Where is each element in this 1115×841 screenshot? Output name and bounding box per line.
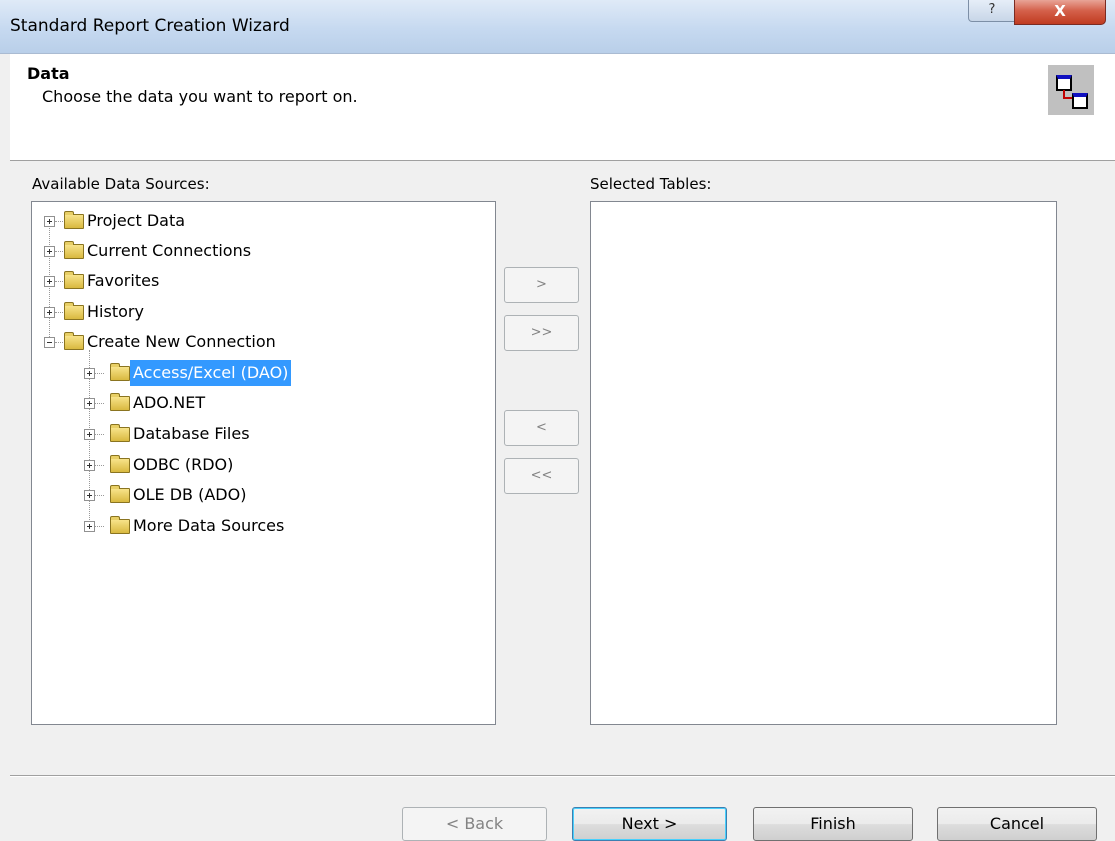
expand-icon[interactable] xyxy=(84,398,95,409)
selected-tables-list[interactable] xyxy=(590,201,1057,725)
add-table-button[interactable]: > xyxy=(504,267,579,303)
tree-item-label: Project Data xyxy=(87,211,186,230)
remove-table-button[interactable]: < xyxy=(504,410,579,446)
available-sources-label: Available Data Sources: xyxy=(32,175,210,193)
expand-icon[interactable] xyxy=(44,307,55,318)
page-title: Data xyxy=(27,64,70,83)
tree-item-database-files[interactable]: Database Files xyxy=(82,421,482,447)
tree-item-favorites[interactable]: Favorites xyxy=(42,268,482,294)
tree-item-label: More Data Sources xyxy=(133,516,285,535)
folder-icon xyxy=(64,241,84,259)
tree-item-label: Database Files xyxy=(133,424,250,443)
folder-icon xyxy=(110,393,130,411)
tree-item-create-new-connection[interactable]: Create New Connection xyxy=(42,329,482,355)
expand-icon[interactable] xyxy=(84,368,95,379)
add-all-tables-button[interactable]: >> xyxy=(504,315,579,351)
tree-item-label: Access/Excel (DAO) xyxy=(130,360,292,386)
folder-icon xyxy=(110,485,130,503)
expand-icon[interactable] xyxy=(84,460,95,471)
expand-icon[interactable] xyxy=(44,246,55,257)
tree-item-ado-net[interactable]: ADO.NET xyxy=(82,390,482,416)
tree-item-label: Current Connections xyxy=(87,241,252,260)
tree-item-label: OLE DB (ADO) xyxy=(133,485,247,504)
tree-item-label: History xyxy=(87,302,144,321)
tree-item-label: ADO.NET xyxy=(133,393,206,412)
expand-icon[interactable] xyxy=(84,490,95,501)
tree-item-project-data[interactable]: Project Data xyxy=(42,208,482,234)
table-link-icon xyxy=(1048,65,1094,115)
tree-item-more-data-sources[interactable]: More Data Sources xyxy=(82,513,482,539)
expand-icon[interactable] xyxy=(44,216,55,227)
tree-item-label: ODBC (RDO) xyxy=(133,455,234,474)
window-title: Standard Report Creation Wizard xyxy=(10,16,290,36)
folder-icon xyxy=(64,271,84,289)
title-bar: Standard Report Creation Wizard ? X xyxy=(0,0,1115,54)
remove-all-tables-button[interactable]: << xyxy=(504,458,579,494)
expand-icon[interactable] xyxy=(84,521,95,532)
close-button[interactable]: X xyxy=(1014,0,1106,25)
folder-icon xyxy=(64,302,84,320)
collapse-icon[interactable] xyxy=(44,337,55,348)
folder-icon xyxy=(110,516,130,534)
folder-icon xyxy=(110,455,130,473)
tree-item-odbc[interactable]: ODBC (RDO) xyxy=(82,452,482,478)
tree-item-ole-db[interactable]: OLE DB (ADO) xyxy=(82,482,482,508)
expand-icon[interactable] xyxy=(84,429,95,440)
folder-icon xyxy=(64,332,84,350)
tree-item-label: Favorites xyxy=(87,271,160,290)
wizard-header: Data Choose the data you want to report … xyxy=(10,54,1115,161)
footer-divider xyxy=(10,775,1115,777)
tree-item-label: Create New Connection xyxy=(87,332,276,351)
folder-icon xyxy=(64,211,84,229)
available-sources-tree[interactable]: Project Data Current Connections Favorit… xyxy=(31,201,496,725)
folder-icon xyxy=(110,363,130,381)
selected-tables-label: Selected Tables: xyxy=(590,175,712,193)
folder-icon xyxy=(110,424,130,442)
tree-item-access-excel[interactable]: Access/Excel (DAO) xyxy=(82,360,482,386)
help-button[interactable]: ? xyxy=(968,0,1016,22)
page-subtitle: Choose the data you want to report on. xyxy=(42,87,358,106)
tree-item-current-connections[interactable]: Current Connections xyxy=(42,238,482,264)
expand-icon[interactable] xyxy=(44,276,55,287)
tree-item-history[interactable]: History xyxy=(42,299,482,325)
